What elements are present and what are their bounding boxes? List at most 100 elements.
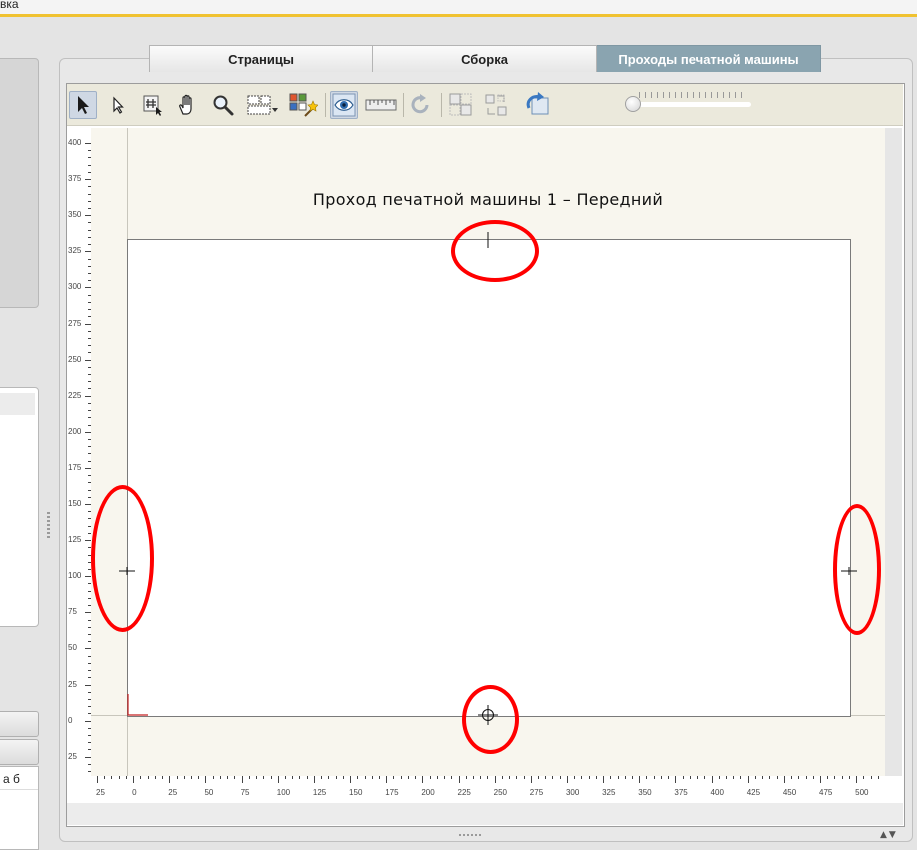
vertical-ruler-tick bbox=[88, 258, 91, 260]
left-table-cell[interactable]: а б bbox=[3, 772, 20, 786]
vertical-ruler-tick bbox=[88, 670, 91, 672]
vertical-ruler-tick bbox=[88, 402, 91, 404]
horizontal-ruler-tick bbox=[118, 776, 120, 779]
swap-icon[interactable] bbox=[482, 91, 510, 119]
horizontal-ruler-tick bbox=[820, 776, 821, 783]
menu-label[interactable]: вка bbox=[0, 0, 19, 11]
horizontal-ruler-tick bbox=[451, 776, 453, 779]
horizontal-ruler-tick bbox=[863, 776, 865, 779]
vertical-ruler-tick bbox=[88, 655, 91, 657]
horizontal-ruler-tick bbox=[407, 776, 409, 779]
tab-pages[interactable]: Страницы bbox=[149, 45, 373, 72]
marquee-dropdown-icon[interactable] bbox=[244, 91, 280, 119]
horizontal-ruler-tick bbox=[581, 776, 583, 779]
horizontal-ruler-label: 50 bbox=[204, 788, 214, 797]
horizontal-ruler-tick bbox=[841, 776, 843, 779]
horizontal-ruler-label: 0 bbox=[132, 788, 137, 797]
tab-assembly[interactable]: Сборка bbox=[373, 45, 597, 72]
hand-pan-icon[interactable] bbox=[174, 91, 202, 119]
vertical-ruler-label: 75 bbox=[68, 607, 77, 617]
zoom-slider-track[interactable] bbox=[633, 102, 751, 107]
horizontal-ruler-tick bbox=[754, 776, 756, 779]
left-panel-top bbox=[0, 58, 39, 308]
vertical-ruler-tick bbox=[85, 395, 91, 397]
horizontal-ruler-tick bbox=[386, 776, 388, 783]
vertical-ruler-tick bbox=[88, 453, 91, 455]
horizontal-ruler-label: 375 bbox=[674, 788, 688, 797]
horizontal-ruler-tick bbox=[783, 776, 785, 783]
collapse-arrows-icon[interactable]: ▲▼ bbox=[880, 830, 898, 840]
horizontal-ruler-tick bbox=[588, 776, 590, 779]
horizontal-ruler-tick bbox=[487, 776, 489, 779]
auto-arrange-icon[interactable] bbox=[285, 91, 319, 119]
vertical-ruler-tick bbox=[88, 294, 91, 296]
horizontal-ruler-tick bbox=[472, 776, 474, 779]
vertical-ruler-tick bbox=[88, 633, 91, 635]
zoom-slider[interactable] bbox=[625, 92, 755, 118]
horizontal-ruler-tick bbox=[697, 776, 699, 779]
vertical-ruler-tick bbox=[88, 186, 91, 188]
vertical-ruler-tick bbox=[88, 742, 91, 744]
horizontal-ruler-label: 225 bbox=[457, 788, 471, 797]
reset-view-icon[interactable] bbox=[524, 91, 552, 119]
horizontal-ruler-tick bbox=[610, 776, 612, 779]
vertical-ruler-label: 175 bbox=[68, 462, 82, 472]
tile-icon[interactable] bbox=[447, 91, 475, 119]
tab-press-runs[interactable]: Проходы печатной машины bbox=[597, 45, 821, 72]
left-collapsed-section-2[interactable] bbox=[0, 739, 39, 765]
toolbar-separator bbox=[441, 93, 442, 117]
horizontal-ruler-tick bbox=[689, 776, 691, 779]
vertical-ruler-tick bbox=[85, 720, 91, 722]
left-table: а б bbox=[0, 766, 39, 850]
horizontal-ruler-tick bbox=[523, 776, 525, 779]
ruler-measure-icon[interactable] bbox=[364, 91, 398, 119]
grid-select-icon[interactable] bbox=[139, 91, 167, 119]
horizontal-ruler-tick bbox=[111, 776, 113, 779]
horizontal-ruler-tick bbox=[595, 776, 597, 779]
vertical-ruler-tick bbox=[88, 164, 91, 166]
subselect-arrow-icon[interactable] bbox=[104, 91, 132, 119]
horizontal-ruler-tick bbox=[190, 776, 192, 779]
horizontal-ruler-tick bbox=[747, 776, 749, 783]
horizontal-ruler-tick bbox=[292, 776, 294, 779]
vertical-ruler-tick bbox=[88, 749, 91, 751]
vertical-ruler-tick bbox=[88, 641, 91, 643]
left-collapsed-section-1[interactable] bbox=[0, 711, 39, 737]
select-arrow-icon[interactable] bbox=[69, 91, 97, 119]
horizontal-ruler-tick bbox=[653, 776, 655, 779]
vertical-ruler-label: 325 bbox=[68, 246, 82, 256]
vertical-ruler-tick bbox=[88, 698, 91, 700]
horizontal-ruler-label: 250 bbox=[493, 788, 507, 797]
horizontal-ruler-tick bbox=[400, 776, 402, 779]
vertical-scrollbar[interactable] bbox=[885, 128, 902, 776]
rotate-icon[interactable] bbox=[407, 91, 435, 119]
horizontal-ruler-tick bbox=[378, 776, 380, 779]
vertical-splitter-handle[interactable] bbox=[47, 512, 50, 538]
vertical-ruler-tick bbox=[88, 410, 91, 412]
vertical-ruler-label: 100 bbox=[68, 571, 82, 581]
horizontal-ruler-tick bbox=[617, 776, 619, 779]
horizontal-ruler-tick bbox=[733, 776, 735, 779]
horizontal-ruler-tick bbox=[183, 776, 185, 779]
horizontal-scrollbar[interactable] bbox=[67, 803, 903, 825]
horizontal-ruler-tick bbox=[574, 776, 576, 779]
horizontal-ruler-tick bbox=[415, 776, 417, 779]
horizontal-ruler-label: 75 bbox=[240, 788, 250, 797]
zoom-slider-thumb[interactable] bbox=[625, 96, 641, 112]
horizontal-ruler-tick bbox=[682, 776, 684, 779]
horizontal-ruler-tick bbox=[480, 776, 482, 779]
zoom-icon[interactable] bbox=[209, 91, 237, 119]
vertical-ruler-tick bbox=[88, 662, 91, 664]
vertical-ruler-tick bbox=[88, 727, 91, 729]
horizontal-ruler-tick bbox=[776, 776, 778, 779]
horizontal-ruler-tick bbox=[458, 776, 460, 783]
vertical-ruler-label: 0 bbox=[68, 715, 73, 725]
preview-eye-icon[interactable] bbox=[330, 91, 358, 119]
vertical-ruler-tick bbox=[88, 590, 91, 592]
vertical-ruler-label: 50 bbox=[68, 643, 77, 653]
vertical-ruler-tick bbox=[88, 525, 91, 527]
bottom-splitter-handle[interactable] bbox=[459, 834, 481, 836]
highlight-circle-bottom bbox=[462, 685, 519, 754]
press-sheet[interactable] bbox=[127, 239, 851, 717]
vertical-ruler-label: 375 bbox=[68, 174, 82, 184]
